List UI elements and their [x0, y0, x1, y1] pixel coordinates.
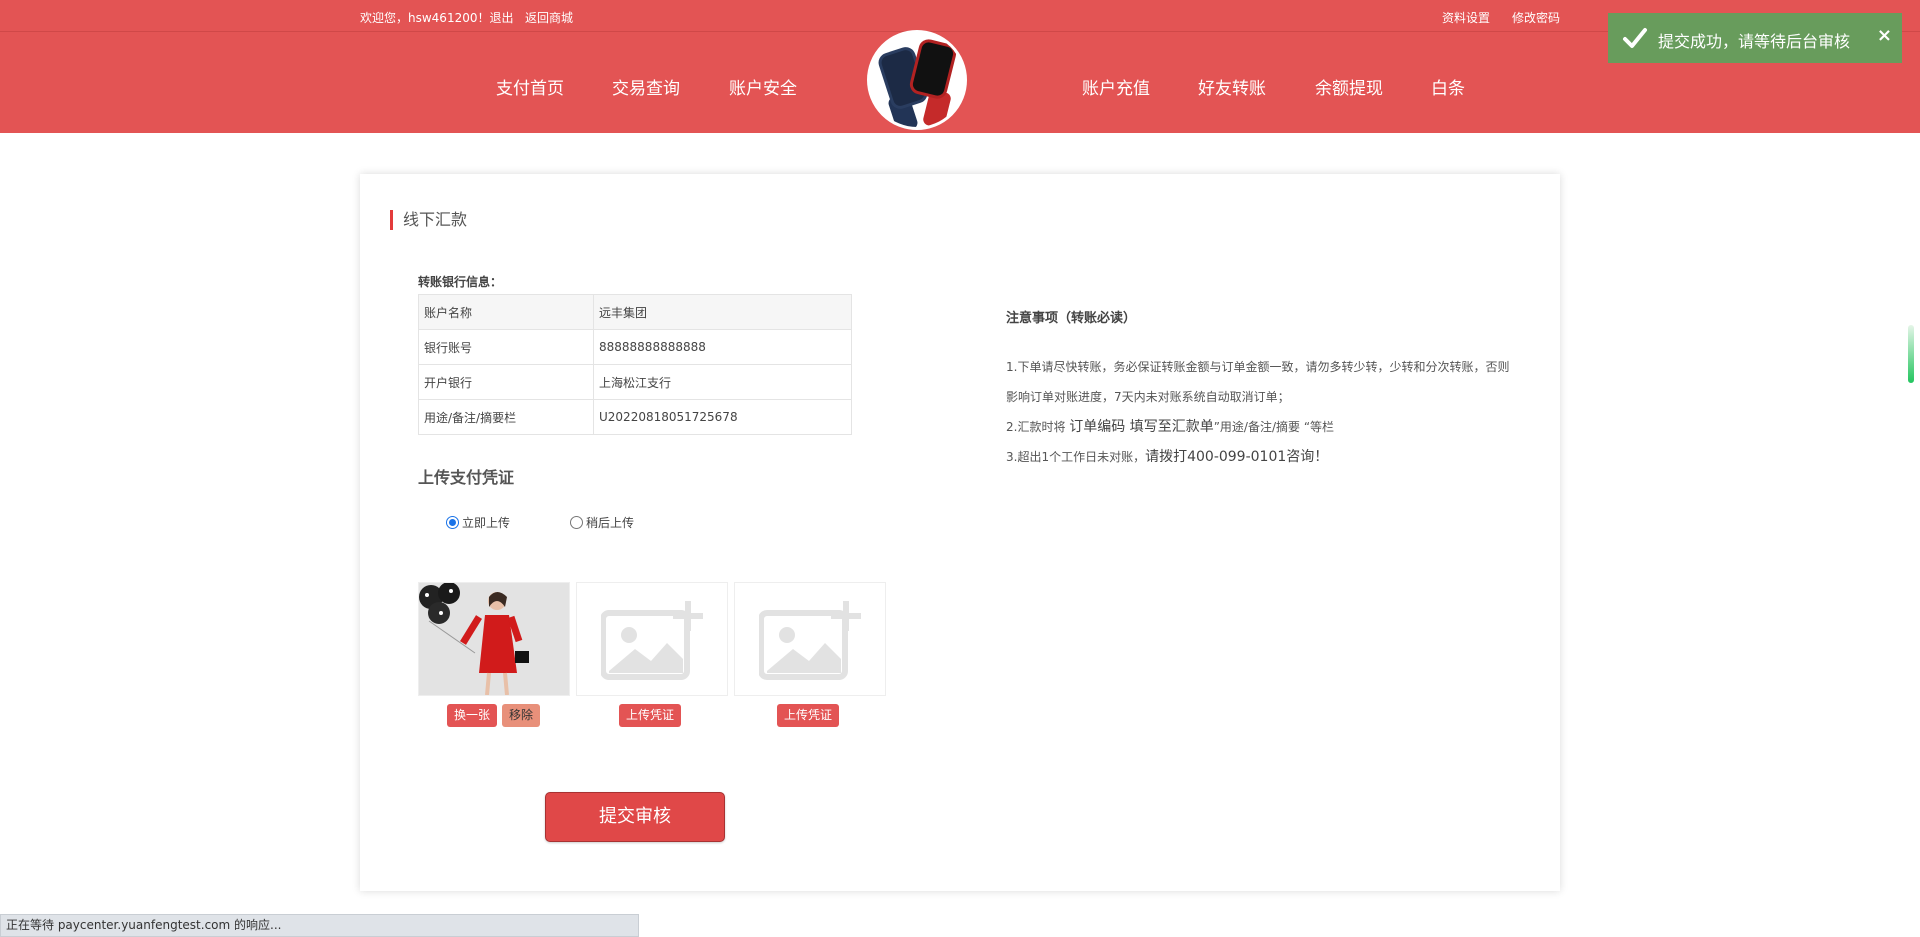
nav-balance-withdraw[interactable]: 余额提现 [1315, 74, 1383, 99]
replace-image-button[interactable]: 换一张 [447, 704, 498, 727]
welcome-logout-link[interactable]: 欢迎您，hsw461200！退出 [360, 11, 513, 25]
nav-friend-transfer[interactable]: 好友转账 [1198, 74, 1266, 99]
profile-settings-link[interactable]: 资料设置 [1442, 9, 1490, 26]
bank-value: 远丰集团 [593, 294, 852, 330]
notes-line-1: 1.下单请尽快转账，务必保证转账金额与订单金额一致，请勿多转少转，少转和分次转账… [1006, 360, 1510, 404]
success-toast: 提交成功，请等待后台审核 × [1608, 13, 1902, 63]
voucher-placeholder-2[interactable] [576, 582, 728, 696]
close-icon[interactable]: × [1877, 25, 1892, 46]
notes-line-2: 2.汇款时将 订单编码 填写至汇款单”用途/备注/摘要 “等栏 [1006, 419, 1335, 435]
change-password-link[interactable]: 修改密码 [1512, 9, 1560, 26]
brand-logo[interactable] [867, 30, 967, 130]
page-title: 线下汇款 [390, 210, 467, 230]
welcome-area: 欢迎您，hsw461200！退出 返回商城 [360, 9, 573, 26]
radio-dot-unchecked[interactable] [570, 516, 583, 529]
upload-voucher-button-3[interactable]: 上传凭证 [777, 704, 840, 727]
bank-key: 开户银行 [418, 364, 594, 400]
remove-image-button[interactable]: 移除 [502, 704, 541, 727]
back-to-mall-link[interactable]: 返回商城 [525, 11, 573, 25]
bank-key: 用途/备注/摘要栏 [418, 399, 594, 435]
voucher-photo-icon [419, 583, 569, 695]
bank-value: 88888888888888 [593, 329, 852, 365]
add-image-icon [759, 601, 861, 680]
bank-value: U20220818051725678 [593, 399, 852, 435]
bank-info-label: 转账银行信息： [418, 275, 503, 289]
nav-account-recharge[interactable]: 账户充值 [1082, 74, 1150, 99]
notes-body: 1.下单请尽快转账，务必保证转账金额与订单金额一致，请勿多转少转，少转和分次转账… [1006, 352, 1516, 472]
top-right-links: 资料设置 修改密码 [1442, 9, 1560, 26]
submit-review-button[interactable]: 提交审核 [545, 792, 725, 842]
nav-account-security[interactable]: 账户安全 [729, 74, 797, 99]
radio-upload-now[interactable]: 立即上传 [446, 514, 510, 531]
nav-transaction-query[interactable]: 交易查询 [612, 74, 680, 99]
radio-dot-checked[interactable] [446, 516, 459, 529]
table-row: 账户名称 远丰集团 [418, 294, 852, 330]
notes-title: 注意事项（转账必读） [1006, 311, 1137, 326]
bank-key: 银行账号 [418, 329, 594, 365]
browser-status-bar: 正在等待 paycenter.yuanfengtest.com 的响应... [0, 914, 639, 937]
upload-title: 上传支付凭证 [418, 468, 515, 487]
bank-info-table: 账户名称 远丰集团 银行账号 88888888888888 开户银行 上海松江支… [418, 294, 852, 435]
radio-upload-later[interactable]: 稍后上传 [570, 514, 634, 531]
nav-baitiao[interactable]: 白条 [1431, 74, 1465, 99]
table-row: 开户银行 上海松江支行 [418, 364, 852, 400]
nav-pay-home[interactable]: 支付首页 [496, 74, 564, 99]
table-row: 银行账号 88888888888888 [418, 329, 852, 365]
scroll-indicator[interactable] [1908, 325, 1914, 383]
upload-voucher-button-2[interactable]: 上传凭证 [619, 704, 682, 727]
table-row: 用途/备注/摘要栏 U20220818051725678 [418, 399, 852, 435]
uploaded-voucher-image[interactable] [418, 582, 570, 696]
voucher-placeholder-3[interactable] [734, 582, 886, 696]
offline-remittance-card: 线下汇款 转账银行信息： 账户名称 远丰集团 银行账号 888888888888… [360, 174, 1560, 891]
notes-line-3: 3.超出1个工作日未对账，请拨打400-099-0101咨询！ [1006, 449, 1329, 465]
add-image-icon [601, 601, 703, 680]
bank-value: 上海松江支行 [593, 364, 852, 400]
radio-upload-now-label: 立即上传 [462, 516, 511, 530]
check-icon [1623, 28, 1647, 48]
bank-key: 账户名称 [418, 294, 594, 330]
toast-message: 提交成功，请等待后台审核 [1658, 32, 1851, 51]
radio-upload-later-label: 稍后上传 [586, 516, 635, 530]
